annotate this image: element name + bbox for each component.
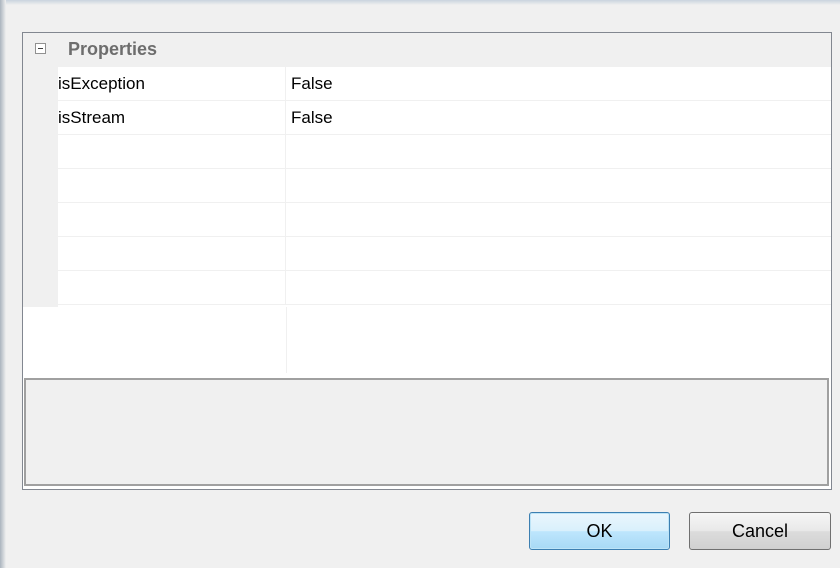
column-splitter[interactable] (286, 307, 287, 373)
property-row-empty (58, 135, 831, 169)
property-grid-gutter (23, 67, 58, 307)
property-name (58, 203, 286, 236)
collapse-minus-icon[interactable] (35, 43, 46, 54)
property-row-empty (58, 237, 831, 271)
property-row-empty (58, 271, 831, 305)
property-name (58, 271, 286, 304)
property-value[interactable]: False (291, 101, 333, 134)
property-row-isstream[interactable]: isStream False (58, 101, 831, 135)
property-grid-area: Properties isException False isStream Fa… (23, 33, 831, 373)
property-name (58, 237, 286, 270)
cancel-button[interactable]: Cancel (689, 512, 831, 550)
ok-button[interactable]: OK (529, 512, 670, 550)
property-name (58, 169, 286, 202)
dialog-top-edge (0, 0, 840, 5)
category-label: Properties (68, 39, 158, 59)
property-name (58, 135, 286, 168)
dialog-left-edge (0, 0, 6, 568)
property-grid[interactable]: Properties isException False isStream Fa… (22, 32, 832, 490)
property-name[interactable]: isException (58, 67, 286, 100)
property-name[interactable]: isStream (58, 101, 286, 134)
property-value[interactable]: False (291, 67, 333, 100)
property-row-empty (58, 169, 831, 203)
property-row-empty (58, 203, 831, 237)
description-pane (24, 378, 829, 486)
property-row-isexception[interactable]: isException False (58, 67, 831, 101)
category-row-properties[interactable]: Properties (23, 33, 831, 67)
